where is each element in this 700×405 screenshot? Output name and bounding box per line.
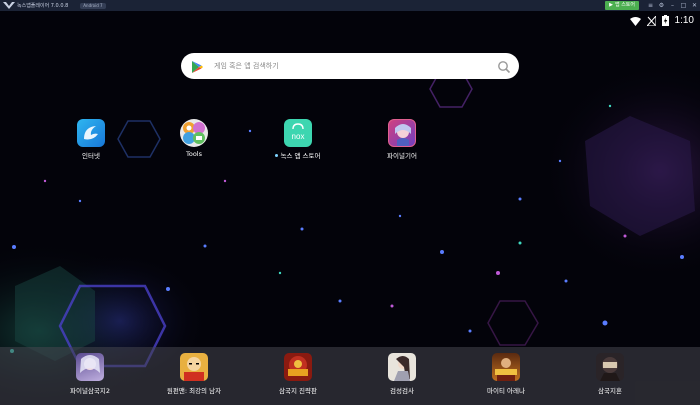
three-kingdoms-soul-icon bbox=[596, 353, 624, 381]
app-label: 파이널기어 bbox=[387, 152, 417, 160]
minimize-icon[interactable]: – bbox=[667, 0, 678, 11]
dock-app-final-three-kingdoms-2[interactable]: 파이널삼국지2 bbox=[40, 353, 140, 395]
maximize-icon[interactable]: □ bbox=[678, 0, 689, 11]
menu-icon[interactable]: ≡ bbox=[645, 0, 656, 11]
app-label: 마이티 아레나 bbox=[487, 387, 525, 395]
app-internet[interactable]: 인터넷 bbox=[51, 119, 131, 160]
store-icon: ▶ bbox=[609, 2, 613, 8]
app-store-label: 앱 스토어 bbox=[615, 2, 635, 8]
app-label: 원펀맨: 최강의 남자 bbox=[166, 387, 222, 395]
sword-saint-icon bbox=[388, 353, 416, 381]
final-three-kingdoms-2-icon bbox=[76, 353, 104, 381]
three-kingdoms-strategy-icon bbox=[284, 353, 312, 381]
android-home-screen[interactable]: 1:10 게임 혹은 앱 검색하기 인터넷 Tools nox 녹스 앱 스토어… bbox=[0, 11, 700, 405]
mighty-arena-icon bbox=[492, 353, 520, 381]
nox-logo-icon bbox=[3, 2, 15, 10]
status-bar: 1:10 bbox=[629, 11, 694, 30]
window-title-bar[interactable]: 녹스앱플레이어 7.0.0.8 Android 7 ▶ 앱 스토어 ≡ ⚙ – … bbox=[0, 0, 700, 11]
browser-icon bbox=[77, 119, 105, 147]
app-tools[interactable]: Tools bbox=[154, 119, 234, 158]
google-play-icon bbox=[190, 59, 204, 73]
app-label: 녹스 앱 스토어 bbox=[280, 152, 321, 160]
wifi-icon bbox=[629, 11, 641, 30]
search-icon[interactable] bbox=[497, 59, 511, 74]
app-label: Tools bbox=[185, 150, 202, 158]
no-signal-icon bbox=[645, 11, 657, 30]
dock-app-mighty-arena[interactable]: 마이티 아레나 bbox=[456, 353, 556, 395]
dock-app-three-kingdoms-soul[interactable]: 삼국지혼 bbox=[560, 353, 660, 395]
clock: 1:10 bbox=[674, 14, 694, 26]
app-label: 검성검사 bbox=[390, 387, 414, 395]
app-dock: 파이널삼국지2 원펀맨: 최강의 남자 삼국지 진략판 검성검사 마이티 아레나 bbox=[0, 347, 700, 405]
close-icon[interactable]: ✕ bbox=[689, 0, 700, 11]
search-placeholder[interactable]: 게임 혹은 앱 검색하기 bbox=[214, 61, 497, 71]
app-label: 파이널삼국지2 bbox=[69, 387, 110, 395]
app-nox-store[interactable]: nox 녹스 앱 스토어 bbox=[258, 119, 338, 160]
battery-charging-icon bbox=[661, 11, 669, 30]
nox-app-store-icon: nox bbox=[284, 119, 312, 147]
dock-app-one-punch-man[interactable]: 원펀맨: 최강의 남자 bbox=[144, 353, 244, 395]
app-label: 삼국지 진략판 bbox=[279, 387, 317, 395]
one-punch-man-icon bbox=[180, 353, 208, 381]
window-title: 녹스앱플레이어 7.0.0.8 bbox=[17, 3, 69, 9]
app-label: 인터넷 bbox=[82, 152, 100, 160]
app-final-gear[interactable]: 파이널기어 bbox=[362, 119, 442, 160]
final-gear-icon bbox=[388, 119, 416, 147]
app-store-button[interactable]: ▶ 앱 스토어 bbox=[605, 1, 639, 10]
settings-icon[interactable]: ⚙ bbox=[656, 0, 667, 11]
app-label: 삼국지혼 bbox=[598, 387, 622, 395]
android-version-badge: Android 7 bbox=[80, 2, 106, 9]
svg-text:nox: nox bbox=[292, 132, 305, 141]
dock-app-three-kingdoms-strategy[interactable]: 삼국지 진략판 bbox=[248, 353, 348, 395]
dock-app-sword-saint[interactable]: 검성검사 bbox=[352, 353, 452, 395]
tools-folder-icon bbox=[180, 119, 208, 147]
new-update-dot bbox=[275, 153, 279, 157]
search-bar[interactable]: 게임 혹은 앱 검색하기 bbox=[181, 53, 519, 79]
